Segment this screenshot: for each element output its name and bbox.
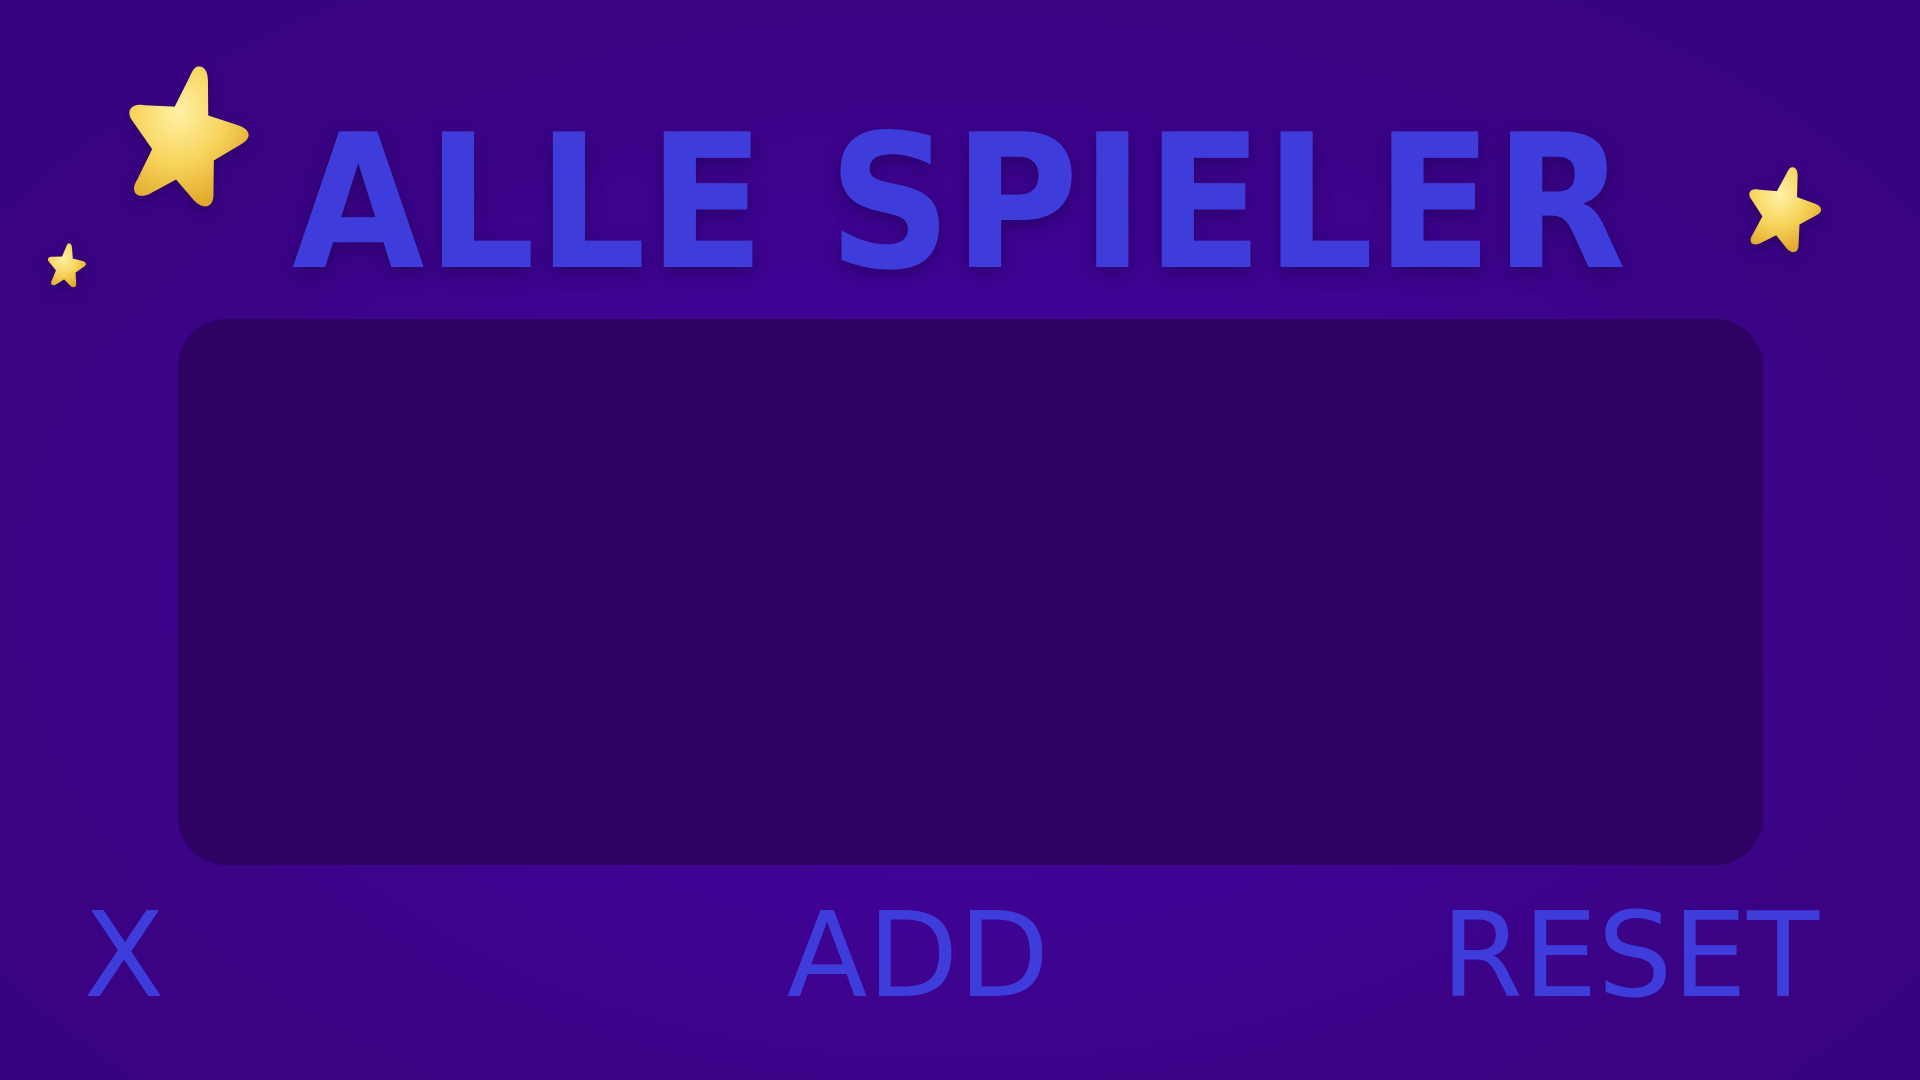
close-button[interactable]: X (74, 896, 174, 1014)
page-title: ALLE SPIELER (292, 94, 1628, 311)
reset-button[interactable]: RESET (1420, 896, 1840, 1014)
player-list-panel (178, 319, 1763, 865)
add-player-button[interactable]: ADD (758, 896, 1078, 1014)
